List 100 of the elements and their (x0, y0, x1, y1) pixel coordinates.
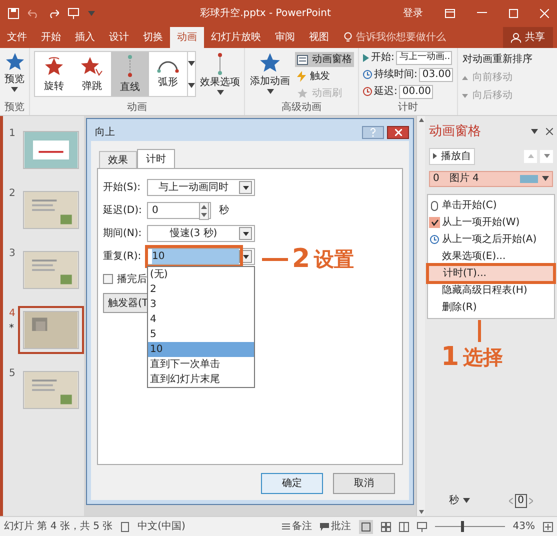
slider-thumb[interactable] (461, 521, 464, 532)
scroll-down-icon[interactable] (418, 510, 424, 514)
delay-field[interactable]: 00.00 (399, 84, 434, 98)
start-dropdown[interactable]: 与上一动画... (396, 50, 452, 64)
ribbon-tab[interactable]: 切换 (136, 27, 170, 48)
menu-item[interactable]: 删除(R) (428, 299, 554, 316)
dropdown-option[interactable]: 10 (148, 342, 254, 357)
close-icon (394, 128, 402, 136)
normal-view-icon[interactable] (358, 520, 373, 534)
close-button[interactable] (387, 126, 409, 138)
duration-field[interactable]: 03.00 (419, 68, 454, 82)
play-from-button[interactable]: 播放自 (429, 148, 475, 164)
menu-item[interactable]: 隐藏高级日程表(H) (428, 282, 554, 299)
dialog-tab[interactable]: 计时 (137, 149, 175, 168)
reorder-label: 对动画重新排序 (462, 52, 532, 67)
tell-me-field[interactable]: 告诉我你想要做什么 (336, 27, 454, 48)
group-label: 预览 (4, 101, 24, 115)
dropdown-option[interactable]: 直到下一次单击 (148, 357, 254, 372)
gallery-item[interactable]: 弧形 (149, 52, 187, 96)
menu-item[interactable]: 单击开始(C) (428, 197, 554, 214)
ribbon-command[interactable]: 触发 (295, 69, 354, 84)
slide-number: 1 (9, 127, 16, 141)
caret-icon (188, 82, 195, 88)
dropdown-option[interactable]: 5 (148, 327, 254, 342)
step-number: 2 (292, 246, 310, 272)
scroll-up-icon[interactable] (418, 118, 424, 122)
group-label: 计时 (398, 100, 418, 115)
reading-view-icon[interactable] (398, 522, 409, 532)
redo-icon[interactable] (48, 8, 59, 18)
seconds-dropdown[interactable]: 秒 (449, 493, 470, 508)
combo-field[interactable]: 10 (147, 248, 255, 265)
dropdown-option[interactable]: 直到幻灯片末尾 (148, 372, 254, 387)
dialog-button[interactable]: 取消 (333, 473, 395, 494)
gallery-item[interactable]: 弹跳 (73, 52, 111, 96)
field-label: 延迟: (374, 85, 398, 99)
gallery-item[interactable]: 直线 (111, 52, 149, 96)
ribbon-tab[interactable]: 设计 (102, 27, 136, 48)
ribbon-display-icon[interactable] (445, 8, 455, 18)
animation-item[interactable]: 0 图片 4 (429, 170, 553, 186)
minimize-icon[interactable] (477, 12, 487, 14)
dropdown-button[interactable] (239, 181, 252, 194)
save-icon[interactable] (8, 8, 19, 18)
zoom-slider[interactable] (434, 521, 505, 532)
close-icon[interactable] (546, 128, 553, 136)
menu-item[interactable]: 从上一项之后开始(A) (428, 231, 554, 248)
up-triangle-icon (528, 154, 534, 158)
up-triangle-icon (462, 76, 468, 80)
caret-icon (11, 87, 18, 92)
dropdown-field[interactable]: 慢速(3 秒) (147, 225, 255, 242)
preview-button[interactable]: 预览 (4, 48, 24, 100)
pane-menu-icon (531, 129, 538, 134)
menu-item[interactable]: 计时(T)... (429, 266, 553, 281)
menu-item[interactable]: 效果选项(E)... (428, 248, 554, 265)
dropdown-field[interactable]: 与上一动画同时 (147, 179, 255, 196)
notes-button[interactable]: 备注 (282, 519, 312, 534)
slide-number: 5 (9, 367, 16, 381)
undo-icon[interactable] (28, 8, 39, 18)
dropdown-option[interactable]: (无) (148, 267, 254, 282)
number-field[interactable]: 0 (147, 202, 211, 219)
ribbon-tab[interactable]: 幻灯片放映 (204, 27, 268, 48)
customize-icon (88, 10, 95, 16)
ribbon-tab[interactable]: 文件 (0, 27, 34, 48)
ribbon-tab[interactable]: 开始 (34, 27, 68, 48)
gallery-scroll[interactable] (187, 52, 195, 96)
dialog-button[interactable]: 确定 (261, 473, 323, 494)
dropdown-option[interactable]: 4 (148, 312, 254, 327)
sorter-view-icon[interactable] (380, 522, 391, 532)
slideshow-icon[interactable] (68, 8, 79, 18)
fit-slide-icon[interactable] (543, 522, 553, 532)
sign-in-link[interactable]: 登录 (403, 6, 423, 20)
slideshow-icon[interactable] (416, 522, 427, 532)
move-down-button[interactable] (540, 150, 553, 162)
ribbon-tab[interactable]: 审阅 (268, 27, 302, 48)
spin-buttons[interactable] (199, 202, 209, 220)
slide-thumbnail (23, 371, 80, 409)
star-icon (4, 52, 24, 72)
clock-icon (430, 235, 439, 244)
slide-info: 幻灯片 第 4 张，共 5 张 (4, 520, 113, 534)
ribbon-tab[interactable]: 视图 (302, 27, 336, 48)
maximize-icon[interactable] (509, 8, 518, 18)
add-animation-button[interactable]: 添加动画 (249, 52, 291, 100)
gallery-item[interactable]: 旋转 (35, 52, 73, 96)
slide-item[interactable] (18, 306, 84, 354)
ribbon-command[interactable]: 动画窗格 (295, 52, 354, 67)
effect-options-button[interactable]: 效果选项 (200, 53, 240, 95)
dialog-tab[interactable]: 效果 (99, 151, 137, 168)
unit-label: 秒 (219, 204, 229, 218)
dialog-title: 向上 (94, 126, 116, 140)
comments-button[interactable]: 批注 (320, 519, 351, 534)
dropdown-button[interactable] (239, 227, 252, 240)
timing-bar (520, 174, 538, 182)
ribbon-tab[interactable]: 动画 (170, 27, 204, 48)
slide-thumbnail (23, 131, 80, 169)
lightning-icon (297, 71, 306, 82)
caret-icon (242, 232, 248, 236)
share-button[interactable]: 共享 (503, 27, 553, 48)
menu-item[interactable]: 从上一项开始(W) (428, 214, 554, 231)
checkbox[interactable] (103, 274, 113, 284)
right-chevron-icon (529, 498, 533, 504)
ribbon-tab[interactable]: 插入 (68, 27, 102, 48)
